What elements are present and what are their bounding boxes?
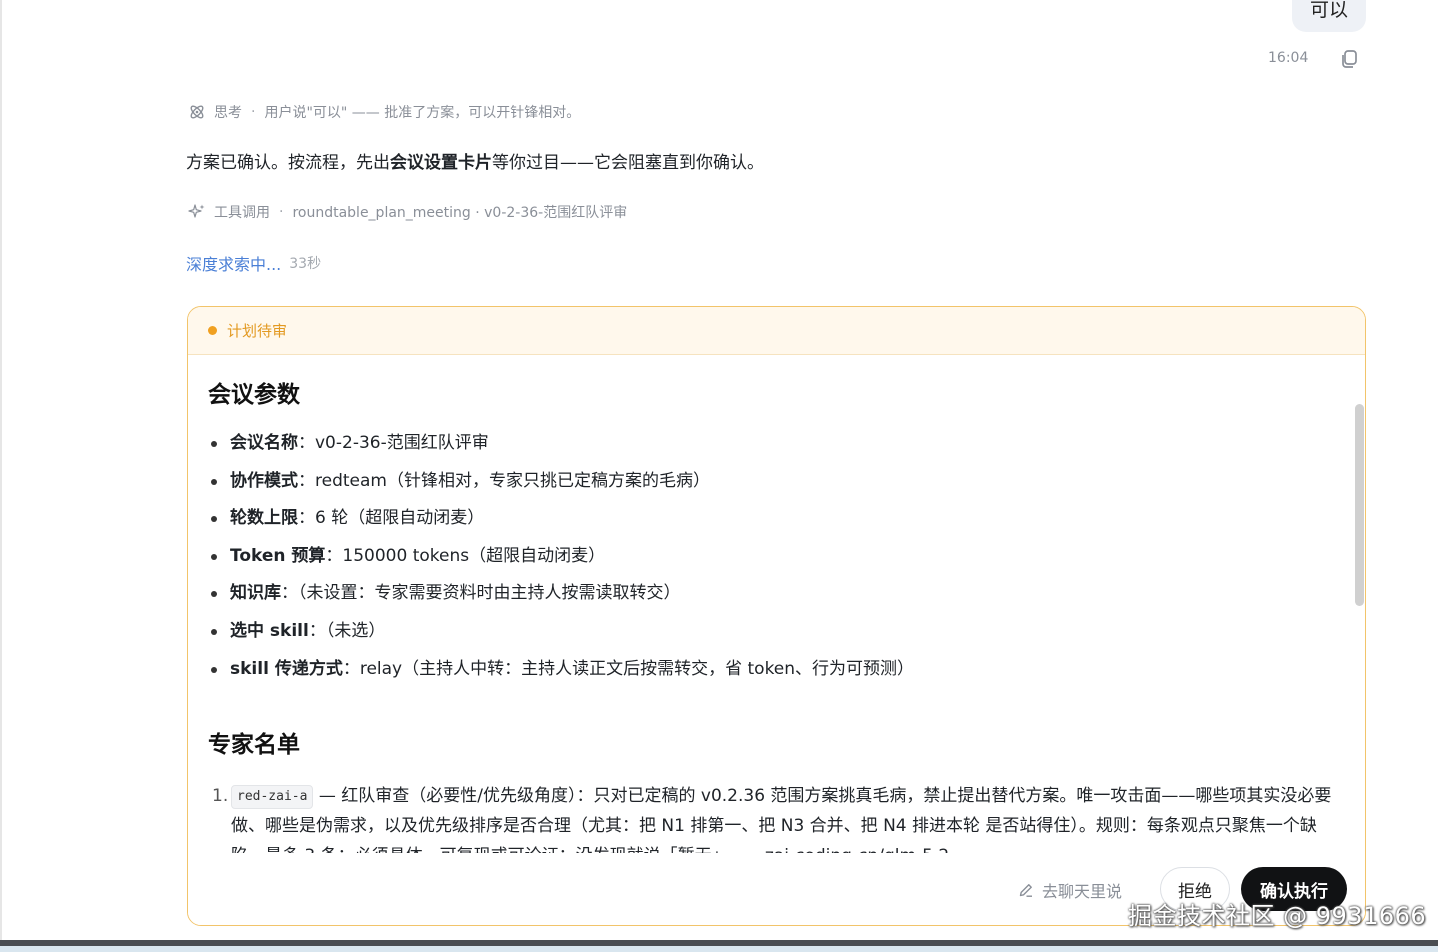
assistant-text-bold: 会议设置卡片 (390, 153, 492, 173)
deep-search-status[interactable]: 深度求索中... (186, 251, 281, 275)
param-sep: ： (325, 545, 343, 566)
discuss-in-chat-label: 去聊天里说 (1042, 882, 1123, 901)
param-sep: ： (342, 658, 360, 679)
param-sep: ： (281, 583, 298, 604)
param-sep: ： (298, 433, 315, 453)
param-item: 协作模式：redteam（针锋相对，专家只挑已定稿方案的毛病） (208, 463, 914, 501)
param-key: skill 传递方式 (230, 658, 343, 679)
param-item: Token 预算：150000 tokens（超限自动闭麦） (208, 538, 914, 576)
plan-status-dot (208, 326, 217, 335)
param-key: 知识库 (230, 583, 281, 604)
tool-call-row[interactable]: 工具调用 · roundtable_plan_meeting · v0-2-36… (188, 201, 627, 223)
param-sep: ： (298, 470, 315, 491)
atom-icon (190, 105, 204, 119)
param-key: 会议名称 (230, 433, 298, 453)
param-sep: ： (298, 508, 315, 529)
param-item: 轮数上限：6 轮（超限自动闭麦） (208, 500, 914, 538)
param-value: （未设置：专家需要资料时由主持人按需读取转交） (298, 583, 681, 604)
thinking-separator: · (251, 104, 256, 120)
param-value: relay（主持人中转：主持人读正文后按需转交，省 token、行为可预测） (359, 658, 915, 679)
param-item: 会议名称：v0-2-36-范围红队评审 (208, 425, 914, 463)
deep-search-elapsed: 33秒 (289, 256, 322, 272)
param-key: Token 预算 (230, 545, 326, 566)
bottom-strip (0, 946, 1438, 952)
message-timestamp: 16:04 (1268, 50, 1309, 66)
tool-call-separator: · (279, 204, 284, 220)
user-message-text: 可以 (1309, 0, 1348, 21)
param-value: v0-2-36-范围红队评审 (315, 433, 489, 453)
thinking-summary: 用户说"可以" —— 批准了方案，可以开针锋相对。 (264, 105, 581, 121)
expert-text: red-zai-a — 红队审查（必要性/优先级角度）：只对已定稿的 v0.2.… (231, 781, 1332, 853)
chat-page: 可以 16:04 思考 · 用户说"可以" —— 批准了方案，可以开针锋相对。 … (0, 0, 1438, 952)
param-key: 选中 skill (230, 620, 309, 641)
expert-list-item: 1. red-zai-a — 红队审查（必要性/优先级角度）：只对已定稿的 v0… (212, 781, 1332, 853)
tool-call-label: 工具调用 (214, 205, 270, 221)
plan-review-card: 计划待审 会议参数 会议名称：v0-2-36-范围红队评审 协作模式：redte… (187, 306, 1366, 926)
param-sep: ： (308, 620, 326, 641)
param-key: 协作模式 (230, 470, 298, 491)
param-key: 轮数上限 (230, 508, 298, 529)
param-value: 150000 tokens（超限自动闭麦） (342, 545, 606, 566)
param-value: redteam（针锋相对，专家只挑已定稿方案的毛病） (315, 470, 710, 491)
assistant-text-part1: 方案已确认。按流程，先出 (186, 153, 390, 173)
expert-description: — 红队审查（必要性/优先级角度）：只对已定稿的 v0.2.36 范围方案挑真毛… (231, 786, 1332, 853)
section-title-experts: 专家名单 (208, 732, 300, 758)
sparkle-icon (188, 204, 205, 218)
deep-search-row: 深度求索中... 33秒 (186, 251, 321, 275)
expert-id-code: red-zai-a (231, 785, 314, 809)
param-value: （未选） (325, 620, 386, 641)
copy-icon[interactable] (1338, 48, 1360, 70)
param-item: skill 传递方式：relay（主持人中转：主持人读正文后按需转交，省 tok… (208, 651, 914, 689)
user-message-bubble: 可以 (1292, 0, 1366, 32)
tool-call-detail: roundtable_plan_meeting · v0-2-36-范围红队评审 (292, 205, 628, 221)
plan-status-label: 计划待审 (227, 322, 288, 340)
thinking-label: 思考 (214, 105, 242, 121)
expert-number: 1. (212, 786, 229, 806)
plan-card-scrollbar[interactable] (1355, 404, 1364, 606)
param-item: 知识库：（未设置：专家需要资料时由主持人按需读取转交） (208, 575, 914, 613)
param-item: 选中 skill：（未选） (208, 613, 914, 651)
section-title-params: 会议参数 (208, 382, 300, 408)
left-edge-divider (0, 0, 2, 940)
plan-card-header: 计划待审 (188, 307, 1365, 355)
param-value: 6 轮（超限自动闭麦） (315, 508, 485, 529)
assistant-message: 方案已确认。按流程，先出会议设置卡片等你过目——它会阻塞直到你确认。 (186, 148, 764, 173)
assistant-text-part2: 等你过目——它会阻塞直到你确认。 (492, 153, 764, 173)
pencil-icon (1019, 884, 1032, 897)
discuss-in-chat-link[interactable]: 去聊天里说 (1018, 877, 1122, 903)
thinking-row[interactable]: 思考 · 用户说"可以" —— 批准了方案，可以开针锋相对。 (188, 101, 580, 123)
watermark: 掘金技术社区 @ 9931666 (1128, 902, 1427, 930)
meeting-params-list: 会议名称：v0-2-36-范围红队评审 协作模式：redteam（针锋相对，专家… (208, 425, 914, 688)
plan-card-body[interactable]: 会议参数 会议名称：v0-2-36-范围红队评审 协作模式：redteam（针锋… (188, 355, 1353, 853)
